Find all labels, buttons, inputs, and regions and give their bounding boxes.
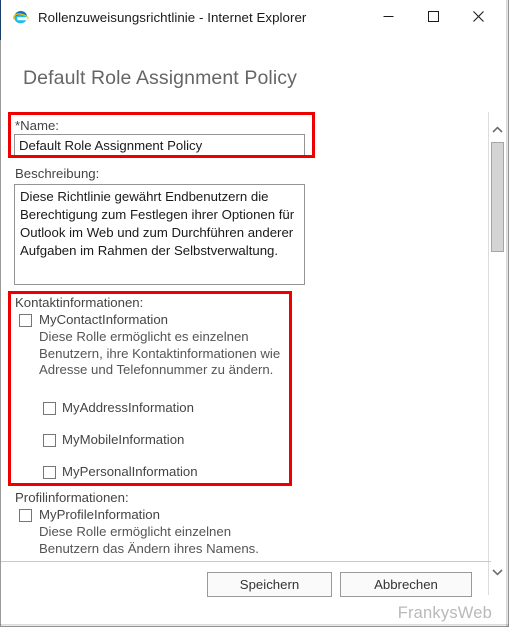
window-title: Rollenzuweisungsrichtlinie - Internet Ex… [38, 9, 307, 25]
ie-dialog-window: Rollenzuweisungsrichtlinie - Internet Ex… [0, 0, 509, 627]
checkbox-myaddressinformation[interactable] [43, 402, 56, 415]
description-textarea[interactable]: Diese Richtlinie gewährt Endbenutzern di… [14, 184, 305, 285]
checkbox-mycontactinformation[interactable] [19, 314, 32, 327]
vertical-scrollbar[interactable] [488, 112, 506, 595]
section-label-profilinformationen: Profilinformationen: [15, 490, 129, 505]
checkbox-mymobileinformation[interactable] [43, 434, 56, 447]
scroll-down-button[interactable] [489, 563, 506, 580]
cancel-button[interactable]: Abbrechen [340, 572, 472, 597]
maximize-icon [428, 10, 439, 22]
description-myprofileinformation: Diese Rolle ermöglicht einzelnen Benutze… [39, 524, 259, 556]
page-title: Default Role Assignment Policy [23, 67, 297, 90]
title-bar: Rollenzuweisungsrichtlinie - Internet Ex… [1, 0, 505, 34]
label-mypersonalinformation: MyPersonalInformation [62, 464, 198, 479]
scrollbar-thumb[interactable] [491, 142, 504, 252]
internet-explorer-icon [12, 8, 30, 26]
chevron-down-icon [492, 568, 503, 576]
chevron-up-icon [492, 125, 503, 133]
minimize-button[interactable] [366, 1, 411, 31]
dialog-content: Default Role Assignment Policy *Name: Be… [1, 34, 507, 626]
label-myaddressinformation: MyAddressInformation [62, 400, 194, 415]
footer-divider [1, 561, 491, 562]
name-input[interactable] [14, 134, 305, 156]
description-field-label: Beschreibung: [15, 166, 100, 181]
close-icon [473, 10, 484, 22]
window-controls [366, 0, 501, 32]
checkbox-myprofileinformation[interactable] [19, 509, 32, 522]
section-label-kontaktinformationen: Kontaktinformationen: [15, 295, 144, 310]
label-mymobileinformation: MyMobileInformation [62, 432, 185, 447]
name-field-label: *Name: [15, 118, 59, 133]
label-mycontactinformation: MyContactInformation [39, 312, 168, 327]
save-button[interactable]: Speichern [207, 572, 332, 597]
minimize-icon [383, 15, 394, 17]
maximize-button[interactable] [411, 1, 456, 31]
checkbox-mypersonalinformation[interactable] [43, 466, 56, 479]
label-myprofileinformation: MyProfileInformation [39, 507, 160, 522]
description-mycontactinformation: Diese Rolle ermöglicht es einzelnen Benu… [39, 329, 281, 377]
watermark: FrankysWeb [397, 604, 492, 622]
close-button[interactable] [456, 1, 501, 31]
scroll-up-button[interactable] [489, 121, 506, 138]
